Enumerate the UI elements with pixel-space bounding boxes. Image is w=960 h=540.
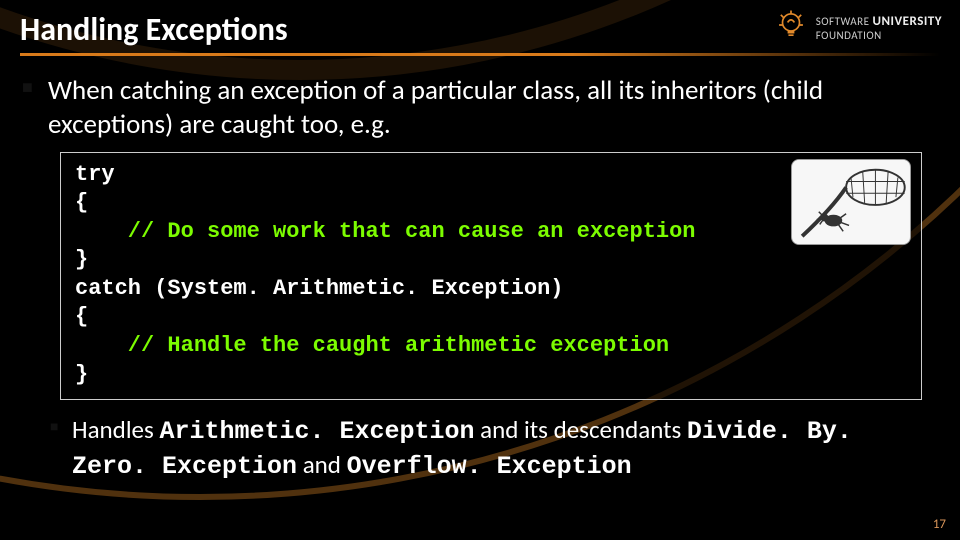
code-comment: // Do some work that can cause an except… bbox=[75, 219, 696, 244]
bullet-item: When catching an exception of a particul… bbox=[20, 74, 940, 142]
code-line: { bbox=[75, 304, 88, 329]
code-block: try { // Do some work that can cause an … bbox=[60, 152, 922, 401]
logo: SOFTWARE UNIVERSITY FOUNDATION bbox=[774, 8, 942, 47]
logo-line2: UNIVERSITY bbox=[872, 14, 942, 29]
logo-text: SOFTWARE UNIVERSITY FOUNDATION bbox=[816, 15, 942, 41]
code-line: try bbox=[75, 162, 115, 187]
text: and its descendants bbox=[475, 414, 687, 445]
text: Handles bbox=[72, 414, 159, 445]
text: and bbox=[297, 449, 347, 480]
code-line: { bbox=[75, 190, 88, 215]
sub-bullet-list: Handles Arithmetic. Exception and its de… bbox=[20, 414, 940, 483]
net-catching-bug-icon bbox=[791, 159, 911, 245]
code-comment: // Handle the caught arithmetic exceptio… bbox=[75, 333, 669, 358]
code-inline: Overflow. Exception bbox=[347, 452, 632, 481]
logo-line3: FOUNDATION bbox=[816, 30, 942, 41]
code-inline: Arithmetic. Exception bbox=[159, 417, 474, 446]
sub-bullet-item: Handles Arithmetic. Exception and its de… bbox=[50, 414, 940, 483]
slide: SOFTWARE UNIVERSITY FOUNDATION Handling … bbox=[0, 0, 960, 540]
code-line: } bbox=[75, 247, 88, 272]
title-underline bbox=[20, 53, 940, 56]
bullet-text: When catching an exception of a particul… bbox=[48, 74, 823, 141]
page-number: 17 bbox=[933, 517, 946, 532]
logo-line1: SOFTWARE bbox=[816, 15, 870, 28]
lightbulb-icon bbox=[774, 8, 808, 47]
code-line: catch (System. Arithmetic. Exception) bbox=[75, 276, 563, 301]
code-line: } bbox=[75, 362, 88, 387]
bullet-list: When catching an exception of a particul… bbox=[20, 74, 940, 142]
